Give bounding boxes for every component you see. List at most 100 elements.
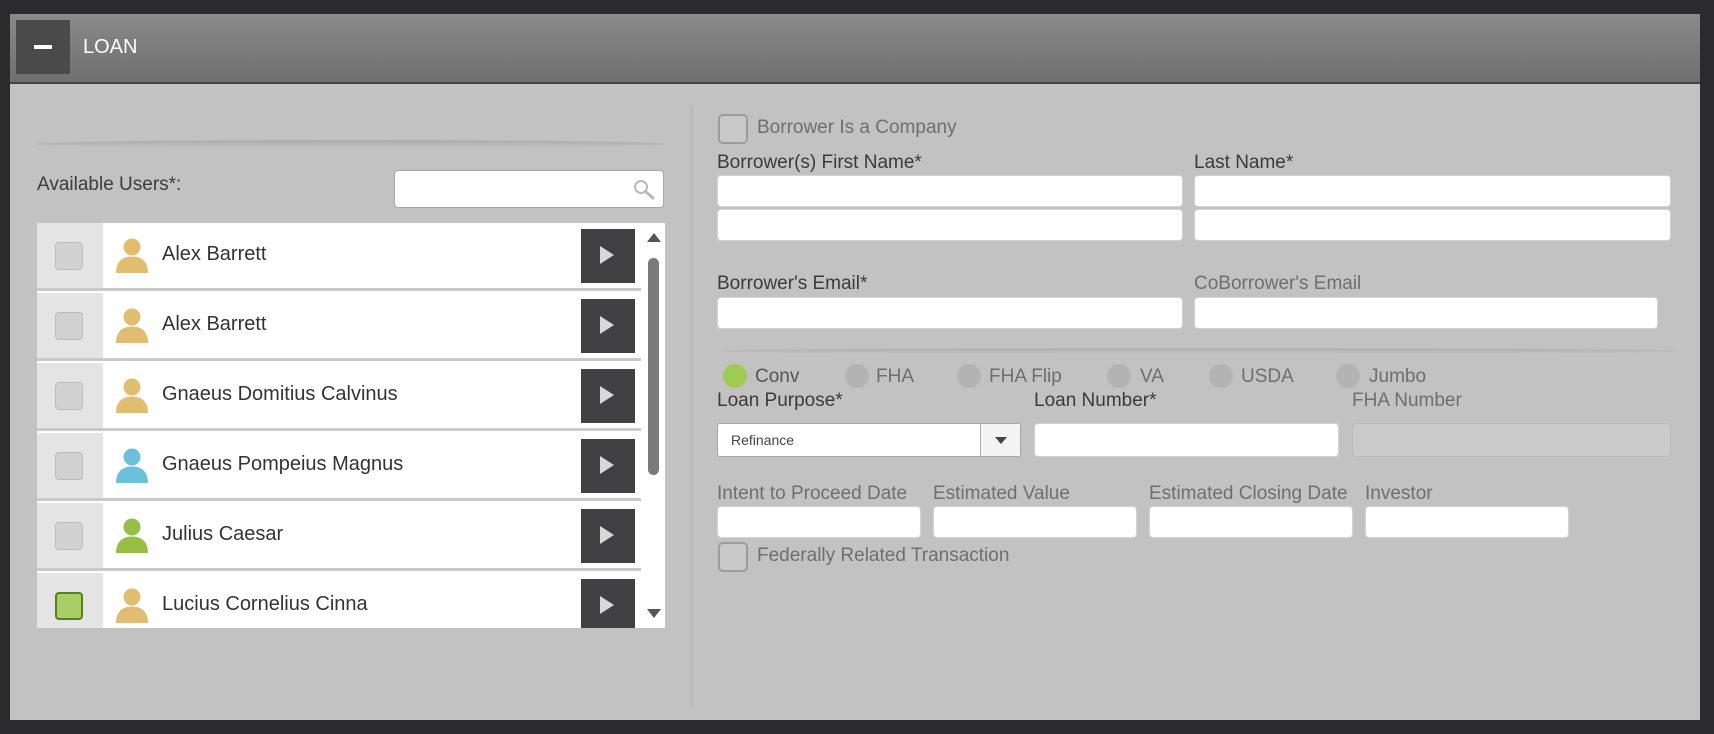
user-row[interactable]: Gnaeus Domitius Calvinus [37,363,641,431]
section-divider [36,140,666,148]
loan-purpose-label: Loan Purpose* [717,390,843,411]
user-add-button[interactable] [581,229,635,283]
intent-date-input[interactable] [718,507,920,537]
section-divider [717,348,1677,354]
loan-type-label-conv: Conv [755,366,800,387]
user-row[interactable]: Julius Caesar [37,503,641,571]
scroll-thumb[interactable] [648,258,659,475]
users-search-input[interactable] [403,177,623,201]
estimated-closing-label: Estimated Closing Date [1149,483,1348,504]
coborrower-email-label: CoBorrower's Email [1194,273,1362,294]
borrower-email-input[interactable] [718,298,1182,328]
loan-panel: LOAN Available Users*: Lucius Cornelius … [10,14,1700,720]
coborrower-last-name-field[interactable] [1194,209,1671,241]
loan-type-label-jumbo: Jumbo [1369,366,1427,387]
loan-number-field[interactable] [1034,423,1339,457]
user-checkbox[interactable] [55,242,83,270]
user-row[interactable]: Alex Barrett [37,223,641,291]
chevron-down-icon [995,437,1007,444]
scroll-up-arrow-icon[interactable] [647,233,661,242]
coborrower-first-name-field[interactable] [717,209,1183,241]
user-checkbox-cell [37,433,103,498]
loan-number-label: Loan Number* [1034,390,1157,411]
search-icon[interactable] [633,179,655,201]
user-avatar-icon [116,588,148,623]
borrower-company-checkbox[interactable] [718,114,748,144]
investor-field[interactable] [1365,506,1569,538]
estimated-closing-input[interactable] [1150,507,1352,537]
play-arrow-icon [600,316,614,334]
user-avatar-icon [116,238,148,273]
panel-header: LOAN [10,14,1700,84]
user-checkbox[interactable] [55,312,83,340]
user-add-button[interactable] [581,299,635,353]
estimated-value-input[interactable] [934,507,1136,537]
investor-label: Investor [1365,483,1433,504]
borrower-email-field[interactable] [717,297,1183,329]
federal-checkbox[interactable] [718,542,748,572]
borrower-last-name-field[interactable] [1194,175,1671,207]
user-checkbox[interactable] [55,522,83,550]
user-add-button[interactable] [581,369,635,423]
borrower-company-label: Borrower Is a Company [757,117,957,138]
coborrower-last-name-input[interactable] [1195,210,1670,240]
user-checkbox-cell [37,223,103,288]
play-arrow-icon [600,456,614,474]
coborrower-email-field[interactable] [1194,297,1658,329]
loan-type-radio-conv[interactable] [723,364,747,388]
loan-type-radio-fha[interactable] [845,364,869,388]
dropdown-toggle[interactable] [980,424,1020,456]
loan-purpose-select[interactable]: Refinance [717,423,1021,457]
user-checkbox-cell [37,363,103,428]
collapse-button[interactable] [16,20,70,74]
user-row[interactable]: Gnaeus Pompeius Magnus [37,433,641,501]
user-add-button[interactable] [581,579,635,628]
loan-type-radio-va[interactable] [1107,364,1131,388]
user-name: Julius Caesar [162,523,284,545]
borrower-last-name-input[interactable] [1195,176,1670,206]
loan-type-radio-fha-flip[interactable] [957,364,981,388]
user-name: Gnaeus Pompeius Magnus [162,453,404,475]
loan-purpose-value: Refinance [731,432,795,448]
minus-icon [34,45,52,49]
play-arrow-icon [600,596,614,614]
last-name-label: Last Name* [1194,152,1294,173]
user-add-button[interactable] [581,439,635,493]
coborrower-email-input[interactable] [1195,298,1657,328]
user-name: Gnaeus Domitius Calvinus [162,383,398,405]
user-avatar-icon [116,448,148,483]
loan-type-radio-jumbo[interactable] [1336,364,1360,388]
intent-date-label: Intent to Proceed Date [717,483,908,504]
borrower-first-name-input[interactable] [718,176,1182,206]
users-search-box[interactable] [394,170,664,208]
user-add-button[interactable] [581,509,635,563]
play-arrow-icon [600,526,614,544]
estimated-value-field[interactable] [933,506,1137,538]
loan-type-radio-usda[interactable] [1209,364,1233,388]
fha-number-field [1352,423,1671,457]
coborrower-first-name-input[interactable] [718,210,1182,240]
intent-date-field[interactable] [717,506,921,538]
panel-body: Available Users*: Lucius Cornelius Cinna… [10,86,1700,720]
user-avatar-icon [116,518,148,553]
loan-number-input[interactable] [1035,424,1338,456]
user-checkbox[interactable] [55,382,83,410]
user-checkbox[interactable] [55,592,83,620]
fha-number-label: FHA Number [1352,390,1462,411]
user-checkbox[interactable] [55,452,83,480]
user-name: Lucius Cornelius Cinna [162,593,368,615]
user-row[interactable]: Alex Barrett [37,293,641,361]
federal-label: Federally Related Transaction [757,545,1010,566]
estimated-value-label: Estimated Value [933,483,1070,504]
scroll-down-arrow-icon[interactable] [647,609,661,618]
estimated-closing-field[interactable] [1149,506,1353,538]
column-divider [690,106,696,706]
user-row[interactable]: Lucius Cornelius Cinna [37,573,641,628]
investor-input[interactable] [1366,507,1568,537]
borrower-first-name-field[interactable] [717,175,1183,207]
users-scrollbar[interactable] [642,223,665,628]
fha-number-input [1353,424,1670,456]
play-arrow-icon [600,386,614,404]
user-avatar-icon [116,378,148,413]
user-name: Alex Barrett [162,313,267,335]
